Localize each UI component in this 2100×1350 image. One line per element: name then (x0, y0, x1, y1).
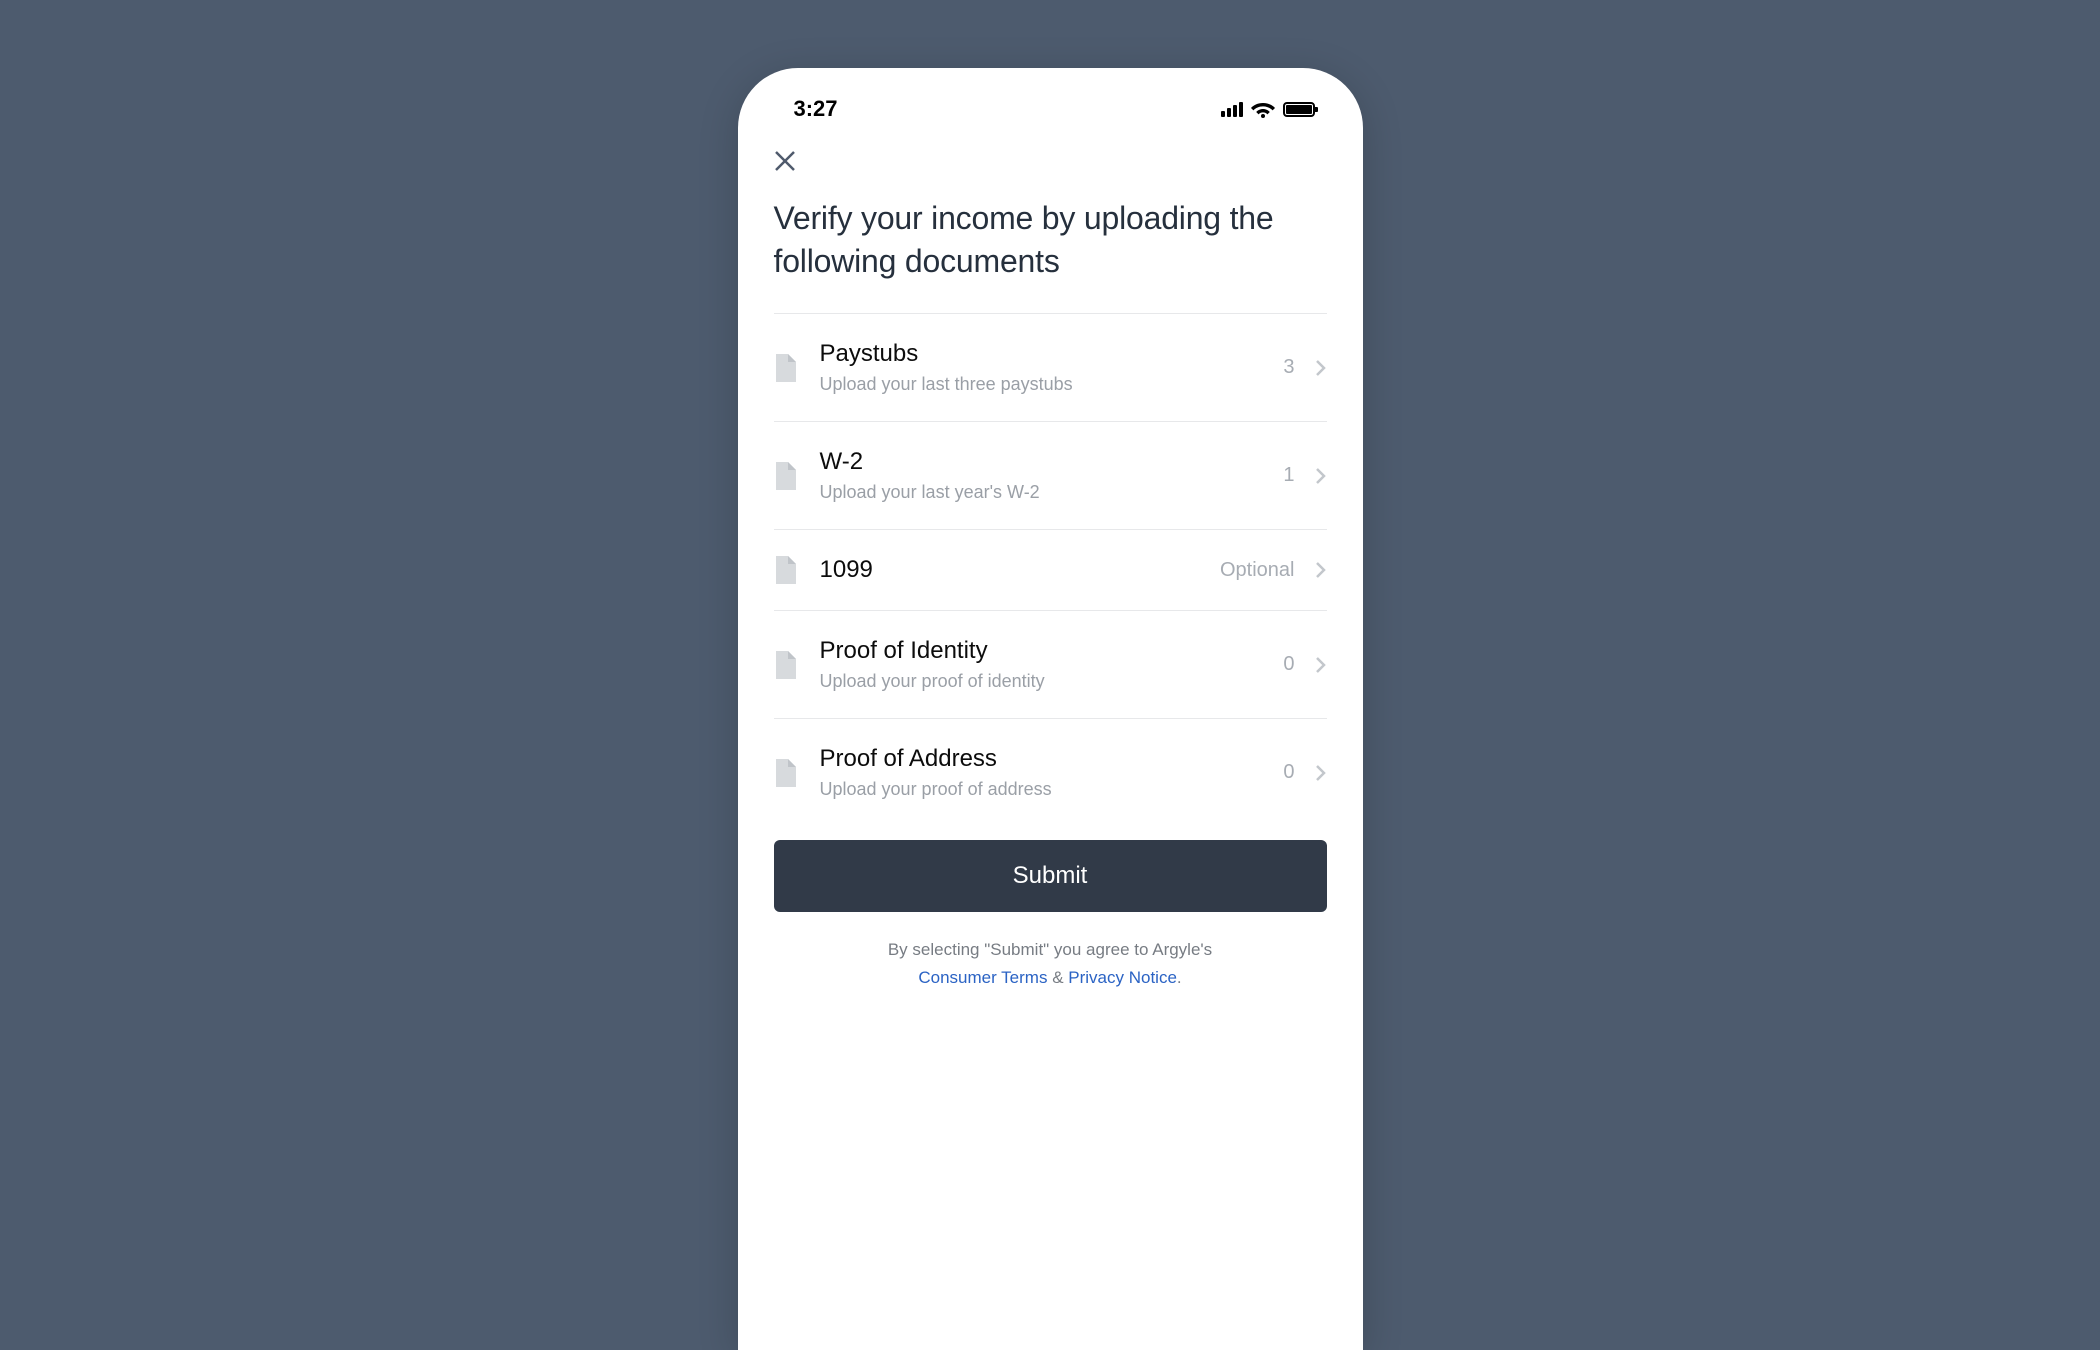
document-icon (774, 651, 796, 679)
document-item-subtitle: Upload your last three paystubs (820, 374, 1284, 395)
document-item-text: Proof of Address Upload your proof of ad… (796, 745, 1284, 800)
cellular-signal-icon (1221, 102, 1243, 117)
document-item-text: Proof of Identity Upload your proof of i… (796, 637, 1284, 692)
document-item-title: W-2 (820, 448, 1284, 476)
document-item-subtitle: Upload your last year's W-2 (820, 482, 1284, 503)
document-item-title: Proof of Identity (820, 637, 1284, 665)
document-item-text: W-2 Upload your last year's W-2 (796, 448, 1284, 503)
document-icon (774, 759, 796, 787)
document-item-count: 3 (1283, 356, 1294, 379)
document-item-tail: 0 (1283, 653, 1326, 676)
document-item-tail: 3 (1283, 356, 1326, 379)
document-item-w2[interactable]: W-2 Upload your last year's W-2 1 (774, 421, 1327, 529)
legal-prefix: By selecting "Submit" you agree to Argyl… (888, 940, 1212, 959)
chevron-right-icon (1315, 561, 1327, 579)
document-item-tail: 0 (1283, 761, 1326, 784)
document-item-address[interactable]: Proof of Address Upload your proof of ad… (774, 718, 1327, 826)
privacy-notice-link[interactable]: Privacy Notice (1068, 968, 1177, 987)
document-item-title: Proof of Address (820, 745, 1284, 773)
document-item-identity[interactable]: Proof of Identity Upload your proof of i… (774, 610, 1327, 718)
document-icon (774, 462, 796, 490)
document-item-count: 0 (1283, 653, 1294, 676)
chevron-right-icon (1315, 359, 1327, 377)
document-item-text: Paystubs Upload your last three paystubs (796, 340, 1284, 395)
status-icons (1221, 100, 1315, 118)
document-list: Paystubs Upload your last three paystubs… (774, 313, 1327, 826)
document-item-tail: Optional (1220, 559, 1327, 582)
document-item-title: Paystubs (820, 340, 1284, 368)
document-item-subtitle: Upload your proof of address (820, 779, 1284, 800)
document-icon (774, 354, 796, 382)
document-item-count: 0 (1283, 761, 1294, 784)
document-item-1099[interactable]: 1099 Optional (774, 529, 1327, 610)
phone-frame: 3:27 Verify y (738, 68, 1363, 1350)
document-item-title: 1099 (820, 556, 1221, 584)
document-icon (774, 556, 796, 584)
legal-amp: & (1047, 968, 1068, 987)
legal-suffix: . (1177, 968, 1182, 987)
close-button[interactable] (774, 150, 796, 172)
document-item-subtitle: Upload your proof of identity (820, 671, 1284, 692)
document-item-count: 1 (1283, 464, 1294, 487)
status-time: 3:27 (786, 96, 838, 122)
submit-button[interactable]: Submit (774, 840, 1327, 912)
document-item-tail: 1 (1283, 464, 1326, 487)
page-title: Verify your income by uploading the foll… (774, 197, 1327, 283)
chevron-right-icon (1315, 656, 1327, 674)
wifi-icon (1251, 100, 1275, 118)
consumer-terms-link[interactable]: Consumer Terms (918, 968, 1047, 987)
document-item-optional: Optional (1220, 559, 1295, 582)
screen-content: Verify your income by uploading the foll… (738, 132, 1363, 991)
status-bar: 3:27 (738, 68, 1363, 132)
legal-text: By selecting "Submit" you agree to Argyl… (774, 936, 1327, 990)
document-item-paystubs[interactable]: Paystubs Upload your last three paystubs… (774, 313, 1327, 421)
chevron-right-icon (1315, 467, 1327, 485)
document-item-text: 1099 (796, 556, 1221, 584)
battery-icon (1283, 102, 1315, 117)
close-icon (774, 150, 796, 172)
chevron-right-icon (1315, 764, 1327, 782)
